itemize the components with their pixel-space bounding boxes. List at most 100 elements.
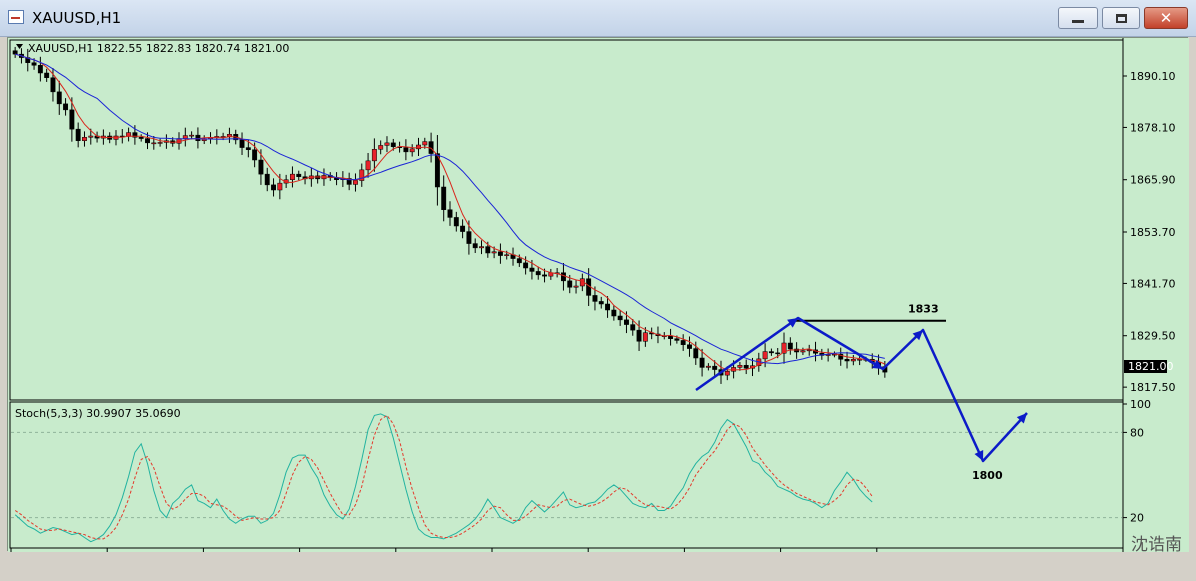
stoch-tick-label: 20 bbox=[1130, 512, 1144, 525]
candle-bearish bbox=[680, 340, 686, 345]
candle-bullish bbox=[378, 145, 384, 150]
candle-bearish bbox=[258, 159, 264, 175]
symbol-info: XAUUSD,H1 1822.55 1822.83 1820.74 1821.0… bbox=[28, 42, 289, 55]
price-tick-label: 1878.10 bbox=[1130, 121, 1176, 134]
candle-bearish bbox=[403, 147, 409, 153]
candle-bearish bbox=[497, 251, 503, 256]
candle-bullish bbox=[365, 160, 371, 171]
candle-bearish bbox=[466, 231, 472, 244]
stoch-tick-label: 100 bbox=[1130, 398, 1151, 411]
candle-bearish bbox=[535, 271, 541, 276]
candle-bearish bbox=[56, 91, 62, 105]
status-strip bbox=[0, 567, 1196, 581]
candle-bearish bbox=[252, 149, 258, 161]
maximize-button[interactable] bbox=[1102, 7, 1140, 29]
candle-bullish bbox=[353, 180, 358, 185]
price-chart-svg[interactable]: 1833 1800 1890.10 1878.10 1865.90 1853.70 184… bbox=[8, 38, 1189, 566]
candle-bearish bbox=[605, 303, 611, 311]
price-tick-label: 1865.90 bbox=[1130, 174, 1176, 187]
price-tick-label: 1841.70 bbox=[1130, 277, 1176, 290]
candle-bearish bbox=[693, 348, 699, 359]
candle-bearish bbox=[390, 142, 396, 147]
candle-bullish bbox=[504, 254, 510, 256]
candle-bearish bbox=[63, 103, 69, 111]
candle-bearish bbox=[12, 50, 18, 55]
candle-bullish bbox=[151, 142, 157, 145]
candle-bearish bbox=[529, 267, 535, 272]
candle-bullish bbox=[277, 182, 283, 191]
candle-bearish bbox=[44, 72, 50, 78]
candle-bullish bbox=[182, 135, 188, 139]
candle-bullish bbox=[422, 141, 428, 146]
main-pane bbox=[9, 39, 1124, 401]
candle-bearish bbox=[560, 272, 566, 282]
window-title: XAUUSD,H1 bbox=[32, 9, 122, 27]
candle-bearish bbox=[523, 262, 529, 269]
candle-bearish bbox=[145, 138, 150, 144]
candle-bearish bbox=[775, 352, 781, 355]
candle-bearish bbox=[453, 217, 459, 227]
candle-bullish bbox=[157, 142, 163, 144]
candle-bullish bbox=[762, 351, 768, 360]
candle-bullish bbox=[82, 137, 87, 141]
watermark: 沈诰南 bbox=[1131, 535, 1182, 555]
price-tick-label: 1829.50 bbox=[1130, 330, 1176, 343]
candle-bearish bbox=[296, 173, 302, 177]
candle-bullish bbox=[189, 134, 195, 137]
candle-bullish bbox=[800, 350, 806, 353]
candle-bearish bbox=[787, 342, 793, 350]
candle-bullish bbox=[573, 285, 579, 288]
minimize-button[interactable] bbox=[1058, 7, 1098, 29]
candle-bullish bbox=[857, 359, 863, 361]
candle-bullish bbox=[724, 371, 730, 376]
candle-bullish bbox=[806, 349, 812, 352]
candle-bullish bbox=[491, 251, 497, 254]
candle-bearish bbox=[239, 139, 245, 148]
candle-bullish bbox=[384, 142, 390, 146]
price-tick-label: 1853.70 bbox=[1130, 226, 1176, 239]
candle-bullish bbox=[737, 365, 743, 368]
current-price-label: 1821.00 bbox=[1128, 360, 1174, 373]
stoch-tick-label: 80 bbox=[1130, 426, 1144, 439]
close-button[interactable]: ✕ bbox=[1144, 7, 1188, 29]
candle-bearish bbox=[138, 137, 144, 139]
candle-bearish bbox=[743, 365, 749, 369]
price-tick-label: 1890.10 bbox=[1130, 70, 1176, 83]
candle-bullish bbox=[289, 173, 295, 180]
stoch-label: Stoch(5,3,3) 30.9907 35.0690 bbox=[15, 407, 181, 420]
candle-bearish bbox=[687, 344, 692, 349]
candle-bearish bbox=[69, 109, 75, 130]
candle-bearish bbox=[592, 295, 598, 302]
candle-bearish bbox=[472, 243, 478, 249]
candle-bearish bbox=[195, 134, 201, 141]
candle-bearish bbox=[598, 301, 604, 305]
candle-bearish bbox=[624, 319, 629, 325]
candle-bearish bbox=[674, 338, 680, 341]
target-label: 1800 bbox=[972, 469, 1003, 482]
candle-bullish bbox=[409, 148, 415, 153]
candle-bearish bbox=[50, 77, 56, 93]
candle-bullish bbox=[642, 332, 648, 342]
candle-bearish bbox=[75, 128, 81, 141]
candle-bearish bbox=[245, 147, 251, 150]
minimize-icon bbox=[1072, 19, 1084, 23]
candle-bearish bbox=[844, 359, 850, 362]
resistance-label: 1833 bbox=[908, 303, 939, 316]
candle-bearish bbox=[264, 173, 270, 186]
candle-bearish bbox=[460, 225, 466, 232]
candle-bearish bbox=[441, 186, 447, 210]
maximize-icon bbox=[1115, 13, 1127, 23]
candle-bearish bbox=[485, 246, 491, 254]
close-icon: ✕ bbox=[1159, 9, 1173, 27]
candle-bearish bbox=[617, 315, 623, 321]
candle-bearish bbox=[567, 280, 573, 288]
candle-bullish bbox=[850, 359, 856, 362]
candle-bearish bbox=[31, 62, 37, 66]
candle-bearish bbox=[516, 258, 522, 264]
candle-bullish bbox=[113, 135, 119, 140]
candle-bullish bbox=[88, 135, 94, 138]
chart-area[interactable]: 1833 1800 1890.10 1878.10 1865.90 1853.70 184… bbox=[7, 37, 1189, 566]
candle-bearish bbox=[611, 309, 617, 317]
candle-bearish bbox=[542, 274, 547, 277]
candle-bearish bbox=[37, 65, 43, 74]
